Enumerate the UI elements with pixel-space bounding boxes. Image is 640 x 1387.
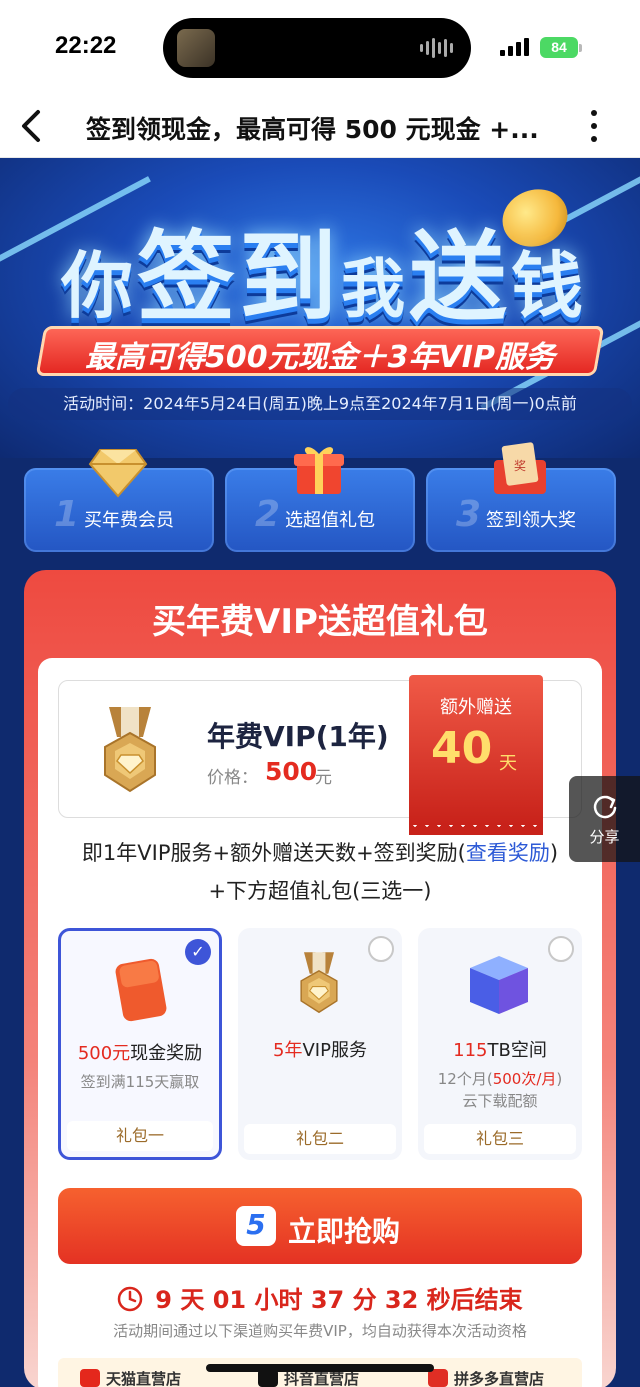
desc-text: +下方超值礼包(三选一)	[208, 879, 432, 903]
share-label: 分享	[589, 828, 620, 846]
bonus-label: 额外赠送	[440, 697, 512, 718]
offer-inner-card: 年费VIP(1年) 价格： 500 元 额外赠送 40 天 即1年VIP服务+额…	[38, 658, 602, 1387]
step-number: 2	[255, 494, 281, 535]
hero-banner: 你签到我送钱 最高可得500元现金＋3年VIP服务 活动时间：2024年5月24…	[0, 158, 640, 458]
radio-circle-icon[interactable]	[368, 936, 394, 962]
clock-icon	[118, 1286, 143, 1312]
bonus-days-tag: 额外赠送 40 天	[409, 675, 543, 835]
hero-title: 你签到我送钱	[60, 221, 588, 335]
countdown-timer: 9 天 01 小时 37 分 32 秒后结束	[38, 1280, 602, 1315]
svg-text:奖: 奖	[514, 459, 526, 473]
price-label: 价格：	[207, 768, 258, 788]
pack-title: 500元现金奖励	[77, 1043, 203, 1064]
checkmark-icon[interactable]: ✓	[185, 939, 211, 965]
dynamic-island[interactable]	[163, 18, 471, 78]
offer-title: 买年费VIP送超值礼包	[152, 602, 488, 642]
pack-subtitle: 签到满115天赢取	[80, 1073, 200, 1091]
offer-card: 买年费VIP送超值礼包 年费VIP(1年) 价格： 500 元 额外赠送 40 …	[24, 570, 616, 1387]
share-button[interactable]: 分享	[569, 776, 640, 862]
diamond-icon	[88, 449, 148, 498]
step-sign-in-prize: 奖 3 签到领大奖	[426, 442, 616, 552]
prize-ticket-icon: 奖	[494, 442, 546, 494]
pack-title: 115TB空间	[453, 1040, 547, 1061]
step-number: 1	[54, 494, 80, 535]
pack-subtitle: 12个月(500次/月) 云下载配额	[437, 1070, 563, 1110]
step-label: 签到领大奖	[486, 510, 576, 531]
battery-tip	[579, 44, 582, 52]
annual-vip-box: 年费VIP(1年) 价格： 500 元 额外赠送 40 天	[58, 675, 582, 835]
desc-text: 即1年VIP服务+额外赠送天数+签到奖励(	[81, 841, 466, 865]
price-unit: 元	[315, 768, 332, 788]
offer-description: 即1年VIP服务+额外赠送天数+签到奖励(查看奖励) +下方超值礼包(三选一)	[38, 834, 602, 910]
more-options-icon[interactable]	[584, 106, 604, 146]
nav-bar: 签到领现金，最高可得 500 元现金 +...	[0, 96, 640, 158]
page-title: 签到领现金，最高可得 500 元现金 +...	[86, 115, 539, 144]
channel-note: 活动期间通过以下渠道购买年费VIP，均自动获得本次活动资格	[113, 1322, 527, 1340]
gold-medal-icon	[300, 952, 338, 1014]
pack-option-vip[interactable]: 5年VIP服务 礼包二	[238, 928, 402, 1160]
step-number: 3	[456, 494, 482, 535]
pack-label: 礼包一	[67, 1121, 213, 1151]
store-tmall[interactable]: 天猫直营店	[80, 1368, 181, 1387]
hero-subtitle: 最高可得500元现金＋3年VIP服务	[85, 340, 555, 375]
price-value: 500	[265, 757, 318, 786]
store-channels: 天猫直营店 抖音直营店 拼多多直营店	[58, 1358, 582, 1387]
pack-label: 礼包三	[424, 1124, 576, 1154]
tmall-icon	[80, 1369, 100, 1387]
pack-title: 5年VIP服务	[273, 1040, 367, 1061]
cellular-signal-icon	[500, 38, 529, 56]
desc-text: )	[549, 841, 559, 865]
bonus-days-unit: 天	[499, 753, 517, 774]
pack-label: 礼包二	[244, 1124, 396, 1154]
countdown-text: 9 天 01 小时 37 分 32 秒后结束	[155, 1286, 523, 1314]
bonus-days-value: 40	[431, 723, 493, 774]
store-pinduoduo[interactable]: 拼多多直营店	[428, 1368, 544, 1387]
storage-cube-icon	[470, 956, 528, 1014]
back-arrow-icon[interactable]	[14, 106, 48, 146]
vip-plan-name: 年费VIP(1年)	[207, 720, 389, 753]
red-envelope-icon	[115, 958, 167, 1022]
steps-row: 1 买年费会员 2 选超值礼包 奖 3 签到领大奖	[24, 442, 616, 554]
buy-now-label: 立即抢购	[288, 1215, 401, 1248]
pack-option-storage[interactable]: 115TB空间 12个月(500次/月) 云下载配额 礼包三	[418, 928, 582, 1160]
audio-wave-icon	[420, 38, 453, 58]
step-choose-pack: 2 选超值礼包	[225, 447, 415, 552]
activity-time: 活动时间：2024年5月24日(周五)晚上9点至2024年7月1日(周一)0点前	[8, 388, 632, 420]
gold-medal-icon	[104, 707, 156, 793]
app-logo-icon: 5	[236, 1206, 276, 1246]
status-bar: 22:22 84	[0, 0, 640, 96]
share-icon	[593, 795, 617, 819]
radio-circle-icon[interactable]	[548, 936, 574, 962]
step-buy-annual: 1 买年费会员	[24, 449, 214, 552]
status-time: 22:22	[55, 32, 117, 59]
pack-option-cash[interactable]: ✓ 500元现金奖励 签到满115天赢取 礼包一	[58, 928, 222, 1160]
battery-icon: 84	[540, 37, 578, 58]
view-rewards-link[interactable]: 查看奖励	[466, 841, 550, 865]
home-indicator[interactable]	[206, 1364, 434, 1372]
step-label: 买年费会员	[84, 510, 174, 531]
gift-box-icon	[294, 447, 344, 494]
now-playing-thumbnail	[177, 29, 215, 67]
step-label: 选超值礼包	[285, 510, 375, 531]
buy-now-button[interactable]: 5 立即抢购	[58, 1188, 582, 1264]
